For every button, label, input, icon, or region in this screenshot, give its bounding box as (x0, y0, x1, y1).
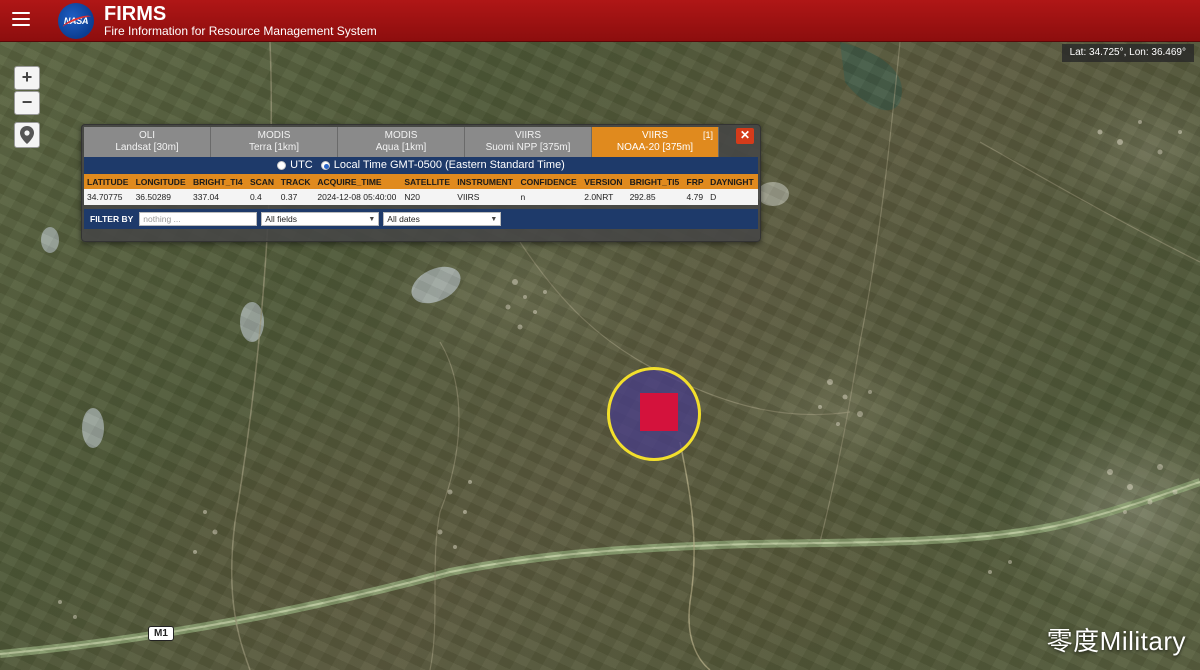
tab-subtitle: Suomi NPP [375m] (485, 142, 571, 153)
road-label-m1: M1 (148, 626, 174, 641)
fire-details-popup: OLI Landsat [30m] MODIS Terra [1km] MODI… (81, 124, 761, 242)
fire-data-table: LATITUDE LONGITUDE BRIGHT_TI4 SCAN TRACK… (84, 174, 758, 205)
table-cell: 0.37 (277, 189, 315, 205)
tab-subtitle: Terra [1km] (248, 142, 299, 153)
hamburger-menu-icon[interactable] (12, 12, 30, 28)
tab-subtitle: Aqua [1km] (375, 142, 427, 153)
date-select[interactable]: All dates ▼ (383, 212, 502, 226)
table-cell: n (517, 189, 582, 205)
tab-viirs-noaa-20[interactable]: [1] VIIRS NOAA-20 [375m] (592, 127, 719, 157)
map-pin-icon (20, 126, 34, 144)
tab-title: MODIS (257, 130, 291, 141)
time-zone-selector: UTC Local Time GMT-0500 (Eastern Standar… (84, 157, 758, 174)
column-header[interactable]: SCAN (246, 174, 278, 189)
column-header[interactable]: BRIGHT_TI4 (189, 174, 247, 189)
table-cell: 4.79 (683, 189, 708, 205)
table-cell: 0.4 (246, 189, 278, 205)
table-cell: D (707, 189, 758, 205)
table-cell: 292.85 (626, 189, 684, 205)
date-select-value: All dates (387, 214, 420, 224)
utc-option[interactable]: UTC (277, 157, 313, 174)
table-cell: 2024-12-08 05:40:00 (314, 189, 402, 205)
column-header[interactable]: BRIGHT_TI5 (626, 174, 684, 189)
filter-input[interactable] (139, 212, 258, 226)
locate-button[interactable] (14, 122, 40, 148)
table-header-row: LATITUDE LONGITUDE BRIGHT_TI4 SCAN TRACK… (84, 174, 758, 189)
chevron-down-icon: ▼ (368, 215, 376, 223)
table-cell: 36.50289 (132, 189, 190, 205)
column-header[interactable]: LONGITUDE (132, 174, 190, 189)
tab-modis-terra[interactable]: MODIS Terra [1km] (211, 127, 338, 157)
column-header[interactable]: CONFIDENCE (517, 174, 582, 189)
tab-title: VIIRS (641, 130, 669, 141)
column-header[interactable]: LATITUDE (84, 174, 133, 189)
tab-count-badge: [1] (702, 130, 713, 140)
zoom-out-button[interactable]: − (14, 91, 40, 115)
column-header[interactable]: ACQUIRE_TIME (314, 174, 402, 189)
cursor-coordinates: Lat: 34.725°, Lon: 36.469° (1061, 44, 1194, 62)
watermark: 零度Military (1046, 626, 1186, 656)
tab-viirs-suomi-npp[interactable]: VIIRS Suomi NPP [375m] (465, 127, 592, 157)
utc-label: UTC (290, 159, 313, 171)
app-header: NASA FIRMS Fire Information for Resource… (0, 0, 1200, 42)
filter-label: FILTER BY (90, 214, 134, 224)
tab-subtitle: NOAA-20 [375m] (616, 142, 694, 153)
table-cell: 2.0NRT (581, 189, 627, 205)
local-time-label: Local Time GMT-0500 (Eastern Standard Ti… (333, 159, 565, 171)
column-header[interactable]: SATELLITE (401, 174, 455, 189)
sensor-tabs: OLI Landsat [30m] MODIS Terra [1km] MODI… (84, 127, 719, 157)
column-header[interactable]: VERSION (581, 174, 627, 189)
tab-title: VIIRS (514, 130, 542, 141)
tab-modis-aqua[interactable]: MODIS Aqua [1km] (338, 127, 465, 157)
table-cell: N20 (401, 189, 455, 205)
close-icon[interactable]: ✕ (736, 128, 754, 144)
local-time-radio[interactable] (320, 161, 330, 170)
app-title: FIRMS (104, 3, 167, 25)
column-header[interactable]: FRP (683, 174, 708, 189)
column-header[interactable]: TRACK (277, 174, 315, 189)
filter-bar: FILTER BY All fields ▼ All dates ▼ (84, 209, 758, 229)
table-row[interactable]: 34.70775 36.50289 337.04 0.4 0.37 2024-1… (84, 189, 758, 205)
field-select-value: All fields (265, 214, 297, 224)
tab-subtitle: Landsat [30m] (115, 142, 179, 153)
local-time-option[interactable]: Local Time GMT-0500 (Eastern Standard Ti… (320, 157, 565, 174)
tab-oli-landsat[interactable]: OLI Landsat [30m] (84, 127, 211, 157)
tab-title: OLI (138, 130, 156, 141)
nasa-logo[interactable]: NASA (58, 3, 94, 39)
column-header[interactable]: INSTRUMENT (454, 174, 518, 189)
field-select[interactable]: All fields ▼ (261, 212, 380, 226)
utc-radio[interactable] (277, 161, 287, 170)
zoom-in-button[interactable]: + (14, 66, 40, 90)
tab-title: MODIS (384, 130, 418, 141)
app-subtitle: Fire Information for Resource Management… (104, 24, 377, 38)
fire-detection-pixel[interactable] (640, 393, 678, 431)
chevron-down-icon: ▼ (490, 215, 498, 223)
table-cell: 337.04 (189, 189, 247, 205)
table-cell: 34.70775 (84, 189, 133, 205)
column-header[interactable]: DAYNIGHT (707, 174, 758, 189)
table-cell: VIIRS (454, 189, 518, 205)
